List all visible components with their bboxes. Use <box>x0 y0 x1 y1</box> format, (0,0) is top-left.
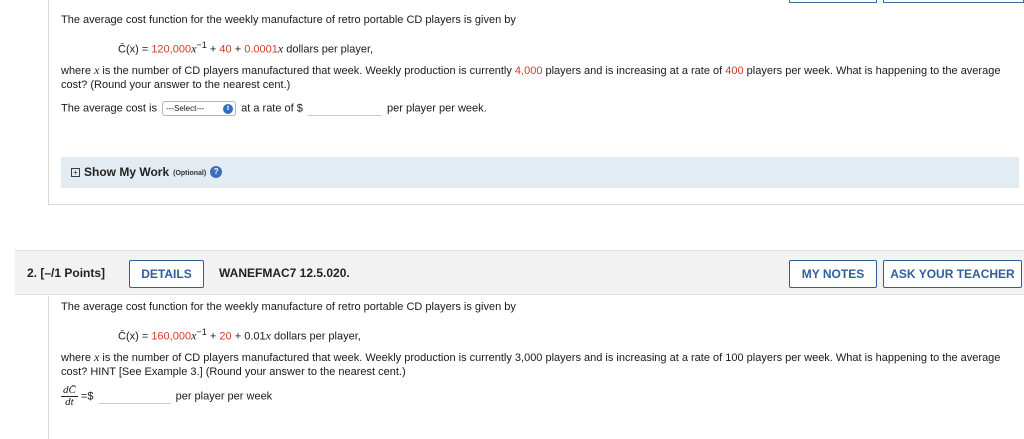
ask-your-teacher-button[interactable]: ASK YOUR TEACHER <box>883 260 1022 288</box>
q2-formula-const: 20 <box>219 330 232 343</box>
q1-answer-row: The average cost is ---Select--- ⇕ at a r… <box>61 101 1011 116</box>
q2-body-part2: is the number of CD players manufactured… <box>61 352 1001 378</box>
q1-production-value: 4,000 <box>514 65 543 77</box>
q1-formula-plus1: + <box>206 43 220 56</box>
q2-problem-code: WANEFMAC7 12.5.020. <box>219 266 350 280</box>
q1-body-part3: players and is increasing at a rate of <box>542 65 726 77</box>
q1-formula-unit: dollars per player, <box>283 43 374 56</box>
q2-points-title: 2. [–/1 Points] <box>27 266 106 280</box>
prev-ask-teacher-button-edge[interactable] <box>883 0 1024 3</box>
q2-answer-row: dC̄ dt =$ per player per week <box>61 385 1011 408</box>
q2-intro: The average cost function for the weekly… <box>61 300 1011 314</box>
help-icon[interactable]: ? <box>210 166 223 178</box>
q1-rate-input[interactable] <box>307 101 382 116</box>
q2-body-part1: where <box>61 352 95 364</box>
q1-body-part1: where <box>61 65 95 77</box>
question-1-frame-border <box>48 0 49 205</box>
q1-formula: C̄(x) = 120,000x−1 + 40 + 0.0001x dollar… <box>118 38 1024 57</box>
q1-formula-coef3: 0.0001 <box>244 43 278 56</box>
prev-my-notes-button-edge[interactable] <box>789 0 877 3</box>
q2-formula-coef1: 160,000 <box>151 330 192 343</box>
q2-answer-input[interactable] <box>98 389 171 404</box>
q1-formula-exp: −1 <box>196 40 207 50</box>
q1-formula-coef1: 120,000 <box>151 43 192 56</box>
q1-answer-mid: at a rate of $ <box>241 102 303 115</box>
show-work-label[interactable]: Show My Work <box>84 165 169 179</box>
question-2-frame-border <box>48 296 49 439</box>
q2-formula-unit: dollars per player, <box>270 330 361 343</box>
my-notes-button[interactable]: MY NOTES <box>789 260 877 288</box>
show-work-optional-label: (Optional) <box>173 169 207 177</box>
select-arrow-icon: ⇕ <box>223 104 234 114</box>
q2-body: where x is the number of CD players manu… <box>61 350 1011 379</box>
question-1-frame-bottom <box>48 204 1024 205</box>
q1-trend-select[interactable]: ---Select--- ⇕ <box>162 101 237 116</box>
q2-header-bar: 2. [–/1 Points] DETAILS WANEFMAC7 12.5.0… <box>15 250 1024 295</box>
q1-rate-value: 400 <box>725 65 744 77</box>
q2-formula-coef3: 0.01 <box>244 330 266 343</box>
q2-intro-text: The average cost function for the weekly… <box>61 301 516 313</box>
q1-show-work-panel[interactable]: + Show My Work (Optional) ? <box>61 157 1019 188</box>
q1-answer-tail: per player per week. <box>387 102 487 115</box>
q1-formula-plus2: + <box>231 43 245 56</box>
q1-trend-select-value: ---Select--- <box>166 104 205 113</box>
q2-formula-plus1: + <box>206 330 220 343</box>
q1-answer-lead: The average cost is <box>61 102 157 115</box>
q1-intro-text: The average cost function for the weekly… <box>61 14 516 26</box>
q1-formula-lhs: C̄(x) = <box>118 43 152 56</box>
details-button[interactable]: DETAILS <box>129 260 204 288</box>
q2-formula-lhs: C̄(x) = <box>118 330 152 343</box>
q2-formula-exp: −1 <box>196 327 207 337</box>
q2-fraction-denominator: dt <box>65 396 74 408</box>
q2-answer-tail: per player per week <box>175 390 273 403</box>
q2-formula-plus2: + <box>231 330 245 343</box>
q2-equals-dollar: =$ <box>80 390 94 403</box>
expand-plus-icon[interactable]: + <box>71 167 80 177</box>
q2-formula: C̄(x) = 160,000x−1 + 20 + 0.01x dollars … <box>118 325 1024 344</box>
q2-derivative-fraction: dC̄ dt <box>61 385 78 408</box>
q1-body-part2: is the number of CD players manufactured… <box>99 65 515 77</box>
q1-body: where x is the number of CD players manu… <box>61 63 1011 92</box>
q1-formula-const: 40 <box>219 43 232 56</box>
q1-intro: The average cost function for the weekly… <box>61 13 1011 27</box>
